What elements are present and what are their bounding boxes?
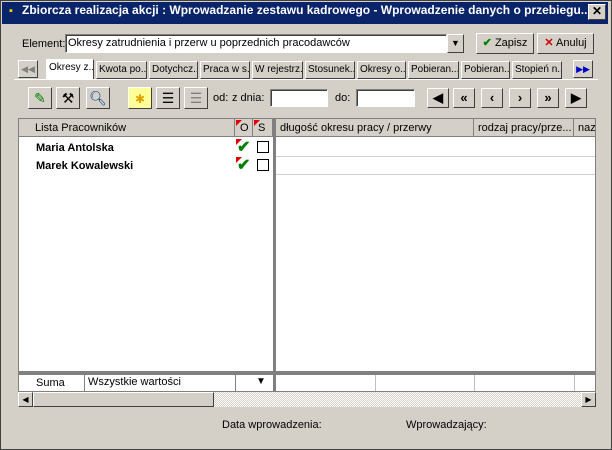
search-button[interactable]: 🔍︎ bbox=[86, 87, 110, 109]
app-icon: ▪ bbox=[4, 4, 18, 18]
tab-pobieran-2[interactable]: Pobieran... bbox=[461, 61, 510, 79]
arrow-left-icon: ◀ bbox=[22, 395, 29, 404]
checkmark-icon[interactable]: ✔ bbox=[237, 155, 250, 175]
summary-divider bbox=[375, 375, 376, 391]
tools-button[interactable]: ⚒ bbox=[56, 87, 80, 109]
double-chevron-left-icon: « bbox=[460, 90, 468, 105]
summary-dropdown-value[interactable]: Wszystkie wartości bbox=[88, 376, 181, 388]
nav-prev-page-button[interactable]: « bbox=[453, 88, 475, 108]
nav-next-page-button[interactable]: » bbox=[537, 88, 559, 108]
entered-by-label: Wprowadzający: bbox=[406, 419, 487, 431]
date-from-input[interactable] bbox=[270, 89, 328, 107]
summary-divider bbox=[235, 375, 236, 391]
chevron-right-icon: › bbox=[517, 90, 523, 105]
to-label: do: bbox=[335, 92, 351, 104]
required-marker-icon bbox=[236, 120, 242, 126]
star-icon: ✱ bbox=[134, 92, 146, 106]
x-icon: ✕ bbox=[544, 37, 554, 49]
nav-next-button[interactable]: › bbox=[509, 88, 531, 108]
checkmark-icon[interactable]: ✔ bbox=[237, 137, 250, 157]
summary-splitter bbox=[273, 375, 276, 391]
cancel-button[interactable]: ✕ Anuluj bbox=[537, 33, 594, 54]
close-button[interactable]: ✕ bbox=[588, 4, 606, 20]
double-chevron-right-icon: » bbox=[544, 90, 552, 105]
column-header-work-type[interactable]: rodzaj pracy/prze... bbox=[474, 119, 574, 137]
nav-first-button[interactable]: ◀ bbox=[427, 88, 449, 108]
cancel-button-label: Anuluj bbox=[556, 37, 587, 49]
tab-page-top-edge bbox=[14, 79, 598, 80]
required-marker-icon bbox=[254, 120, 260, 126]
edit-record-button[interactable]: ✎ bbox=[28, 87, 52, 109]
column-header-employees[interactable]: Lista Pracowników bbox=[19, 119, 235, 137]
tab-kwota-po[interactable]: Kwota po... bbox=[96, 61, 147, 79]
from-label: od: bbox=[213, 92, 229, 104]
row-divider bbox=[276, 156, 595, 157]
date-to-input[interactable] bbox=[356, 89, 415, 107]
hammer-wrench-icon: ⚒ bbox=[61, 90, 75, 106]
column-header-name[interactable]: naz bbox=[574, 119, 595, 137]
scroll-left-button[interactable]: ◀ bbox=[18, 392, 33, 407]
row-divider bbox=[276, 174, 595, 175]
skip-back-icon: ◀ bbox=[433, 90, 443, 105]
row-employee-name[interactable]: Maria Antolska bbox=[36, 139, 114, 157]
tab-dotychcz[interactable]: Dotychcz... bbox=[149, 61, 198, 79]
save-button-label: Zapisz bbox=[494, 37, 528, 49]
delete-lines-button[interactable]: ☰ bbox=[184, 87, 208, 109]
chevron-left-icon: ‹ bbox=[489, 90, 495, 105]
skip-forward-icon: ▶ bbox=[571, 90, 581, 105]
entry-date-label: Data wprowadzenia: bbox=[222, 419, 322, 431]
summary-divider bbox=[574, 375, 575, 391]
tab-okresy-z[interactable]: Okresy z... bbox=[46, 59, 94, 79]
magnifier-icon: 🔍︎ bbox=[89, 90, 107, 106]
add-lines-button[interactable]: ☰ bbox=[156, 87, 180, 109]
save-button[interactable]: ✔ Zapisz bbox=[476, 33, 534, 54]
date-label: z dnia: bbox=[232, 92, 265, 104]
tabs-scroll-left-button[interactable]: ◀◀ bbox=[18, 60, 38, 78]
element-select[interactable]: Okresy zatrudnienia i przerw u poprzedni… bbox=[65, 34, 447, 53]
column-header-duration[interactable]: długość okresu pracy / przerwy bbox=[276, 119, 474, 137]
triangle-down-icon: ▼ bbox=[256, 376, 266, 387]
s-checkbox[interactable] bbox=[257, 141, 269, 153]
checkmark-icon: ✔ bbox=[482, 37, 492, 49]
pencil-check-icon: ✎ bbox=[34, 90, 46, 106]
tab-stosunek[interactable]: Stosunek... bbox=[305, 61, 355, 79]
tab-praca-w-s[interactable]: Praca w s... bbox=[200, 61, 250, 79]
row-employee-name[interactable]: Marek Kowalewski bbox=[36, 157, 133, 175]
nav-prev-button[interactable]: ‹ bbox=[481, 88, 503, 108]
frozen-column-splitter[interactable] bbox=[273, 119, 276, 373]
scroll-right-button[interactable]: ▶ bbox=[581, 392, 596, 407]
chevron-down-icon: ▼ bbox=[451, 38, 460, 48]
list-delete-icon: ☰ bbox=[189, 90, 203, 106]
double-arrow-left-icon: ◀◀ bbox=[21, 64, 35, 74]
nav-last-button[interactable]: ▶ bbox=[565, 88, 587, 108]
window-title: Zbiorcza realizacja akcji : Wprowadzanie… bbox=[22, 3, 591, 17]
tab-stopien-n[interactable]: Stopień n... bbox=[512, 61, 562, 79]
s-checkbox[interactable] bbox=[257, 159, 269, 171]
arrow-right-icon: ▶ bbox=[585, 395, 592, 404]
tab-w-rejestrz[interactable]: W rejestrz... bbox=[252, 61, 303, 79]
scroll-thumb[interactable] bbox=[33, 392, 214, 407]
tab-okresy-o[interactable]: Okresy o... bbox=[357, 61, 406, 79]
summary-divider bbox=[474, 375, 475, 391]
list-add-icon: ☰ bbox=[161, 90, 175, 106]
tab-pobieran-1[interactable]: Pobieran... bbox=[408, 61, 459, 79]
summary-divider bbox=[84, 375, 85, 391]
new-record-button[interactable]: ✱ bbox=[128, 87, 152, 109]
element-label: Element: bbox=[22, 38, 66, 50]
double-arrow-right-icon: ▶▶ bbox=[576, 64, 590, 74]
summary-dropdown-button[interactable]: ▼ bbox=[256, 376, 266, 387]
summary-label: Suma bbox=[36, 377, 65, 389]
tabs-scroll-right-button[interactable]: ▶▶ bbox=[573, 60, 593, 78]
element-dropdown-button[interactable]: ▼ bbox=[447, 34, 464, 53]
